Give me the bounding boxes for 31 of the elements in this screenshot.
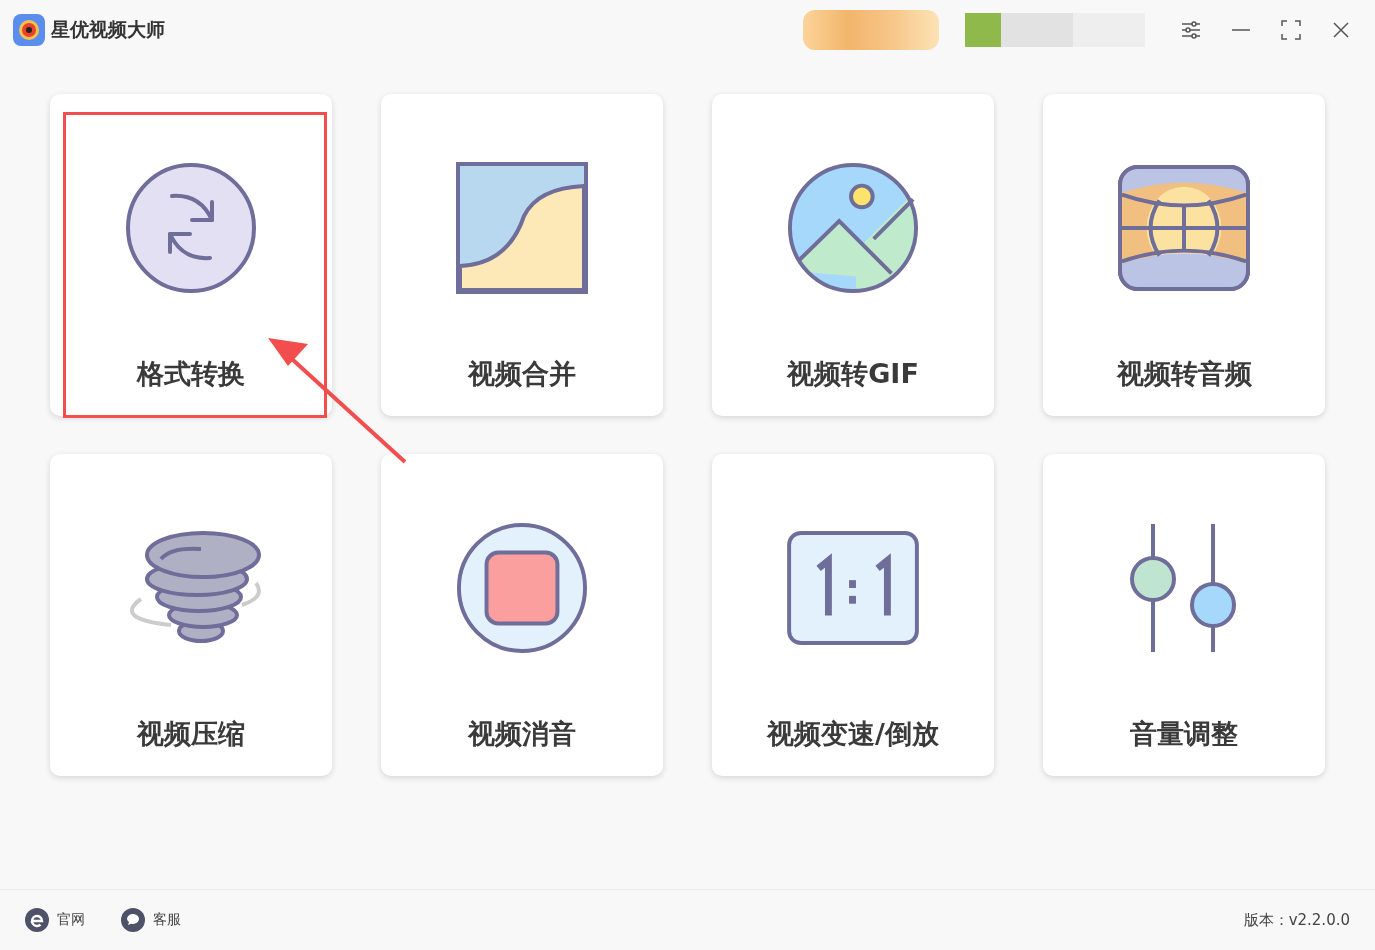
tool-card[interactable]: 视频消音 [381,454,663,776]
tool-card[interactable]: 视频转GIF [712,94,994,416]
browser-icon [25,908,49,932]
tool-label: 音量调整 [1130,717,1238,751]
refresh-icon [125,162,257,294]
tool-card[interactable]: 视频压缩 [50,454,332,776]
tool-label: 视频转GIF [787,357,919,391]
tool-label: 视频合并 [468,357,576,391]
settings-icon[interactable] [1179,18,1203,42]
tool-card[interactable]: 视频转音频 [1043,94,1325,416]
tool-label: 格式转换 [137,357,245,391]
tool-card[interactable]: 音量调整 [1043,454,1325,776]
maximize-icon[interactable] [1279,18,1303,42]
app-title: 星优视频大师 [51,17,165,42]
version-text: 版本：v2.2.0.0 [1243,910,1350,930]
tool-card[interactable]: 格式转换 [50,94,332,416]
tool-label: 视频消音 [468,717,576,751]
stop-icon [456,522,588,654]
tool-label: 视频压缩 [137,717,245,751]
landscape-image-icon [787,162,919,294]
footer-link[interactable]: 客服 [121,908,181,932]
tool-card[interactable]: 视频变速/倒放 [712,454,994,776]
panorama-grid-icon [1118,165,1250,291]
footer-link[interactable]: 官网 [25,908,85,932]
aspect-ratio-icon [787,531,919,645]
tool-card[interactable]: 视频合并 [381,94,663,416]
mixer-sliders-icon [1129,522,1239,654]
app-logo-icon [13,14,45,46]
tool-label: 视频变速/倒放 [767,717,939,751]
chat-icon [121,908,145,932]
tool-label: 视频转音频 [1116,357,1252,391]
